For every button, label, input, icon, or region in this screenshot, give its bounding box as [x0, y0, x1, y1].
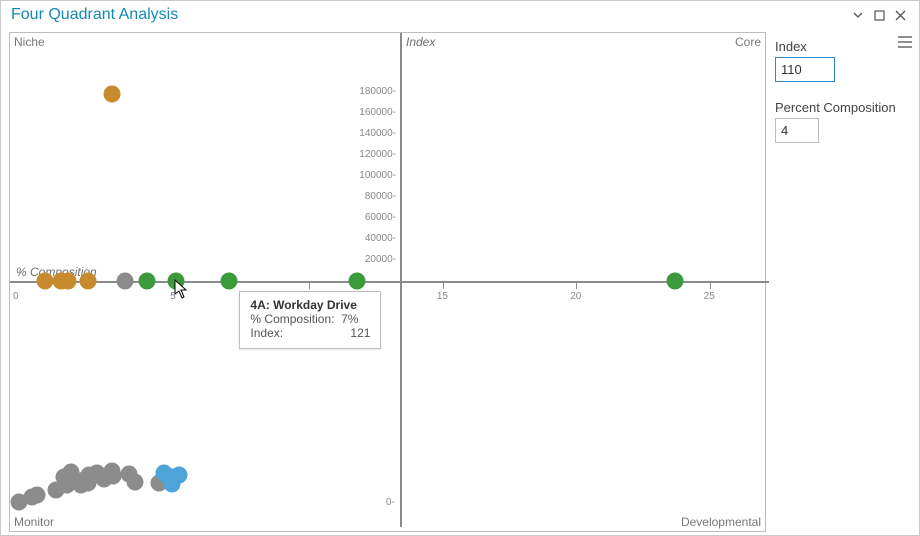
- x-tick: 5: [170, 291, 176, 302]
- y-axis-title: Index: [406, 35, 435, 49]
- data-point[interactable]: [117, 273, 134, 290]
- data-point[interactable]: [138, 273, 155, 290]
- percent-input[interactable]: [775, 118, 819, 143]
- quadrant-label-core: Core: [735, 35, 761, 49]
- data-point[interactable]: [126, 474, 143, 491]
- y-tick: 100000-: [352, 170, 396, 181]
- data-point[interactable]: [80, 273, 97, 290]
- data-point[interactable]: [60, 273, 77, 290]
- settings-panel: Index Percent Composition: [769, 29, 919, 535]
- tooltip: 4A: Workday Drive% Composition: 7%Index:…: [239, 291, 381, 349]
- maximize-icon[interactable]: [869, 10, 890, 21]
- quadrant-chart[interactable]: NicheCoreMonitorDevelopmentalIndex% Comp…: [9, 32, 766, 532]
- panel: Four Quadrant Analysis Niche Core Monitor D…: [0, 0, 920, 536]
- y-tick: 120000-: [352, 149, 396, 160]
- y-tick: 20000-: [352, 254, 396, 265]
- x-tick: 20: [570, 291, 581, 302]
- close-icon[interactable]: [890, 10, 911, 21]
- quadrant-label-monitor: Monitor: [14, 515, 54, 529]
- y-tick: 180000-: [352, 86, 396, 97]
- collapse-icon[interactable]: [847, 9, 869, 21]
- y-tick: 80000-: [352, 191, 396, 202]
- x-tick: 25: [704, 291, 715, 302]
- data-point[interactable]: [37, 273, 54, 290]
- data-point[interactable]: [104, 85, 121, 102]
- percent-label: Percent Composition: [775, 100, 915, 115]
- data-point[interactable]: [105, 468, 122, 485]
- index-input[interactable]: [775, 57, 835, 82]
- y-tick: 40000-: [352, 233, 396, 244]
- quadrant-label-niche: Niche: [14, 35, 45, 49]
- data-point[interactable]: [164, 476, 181, 493]
- x-tick: 0: [13, 291, 19, 302]
- data-point[interactable]: [349, 273, 366, 290]
- data-point[interactable]: [168, 273, 185, 290]
- index-label: Index: [775, 39, 915, 54]
- quadrant-label-developmental: Developmental: [681, 515, 761, 529]
- data-point[interactable]: [29, 487, 46, 504]
- y-tick: 160000-: [352, 107, 396, 118]
- titlebar: Four Quadrant Analysis: [1, 1, 919, 29]
- y-tick-lower: 0-: [386, 497, 395, 508]
- vertical-divider: [400, 33, 402, 527]
- panel-title: Four Quadrant Analysis: [11, 6, 847, 24]
- data-point[interactable]: [666, 273, 683, 290]
- y-tick: 60000-: [352, 212, 396, 223]
- data-point[interactable]: [221, 273, 238, 290]
- y-tick: 140000-: [352, 128, 396, 139]
- x-tick: 15: [437, 291, 448, 302]
- menu-icon[interactable]: [897, 35, 913, 49]
